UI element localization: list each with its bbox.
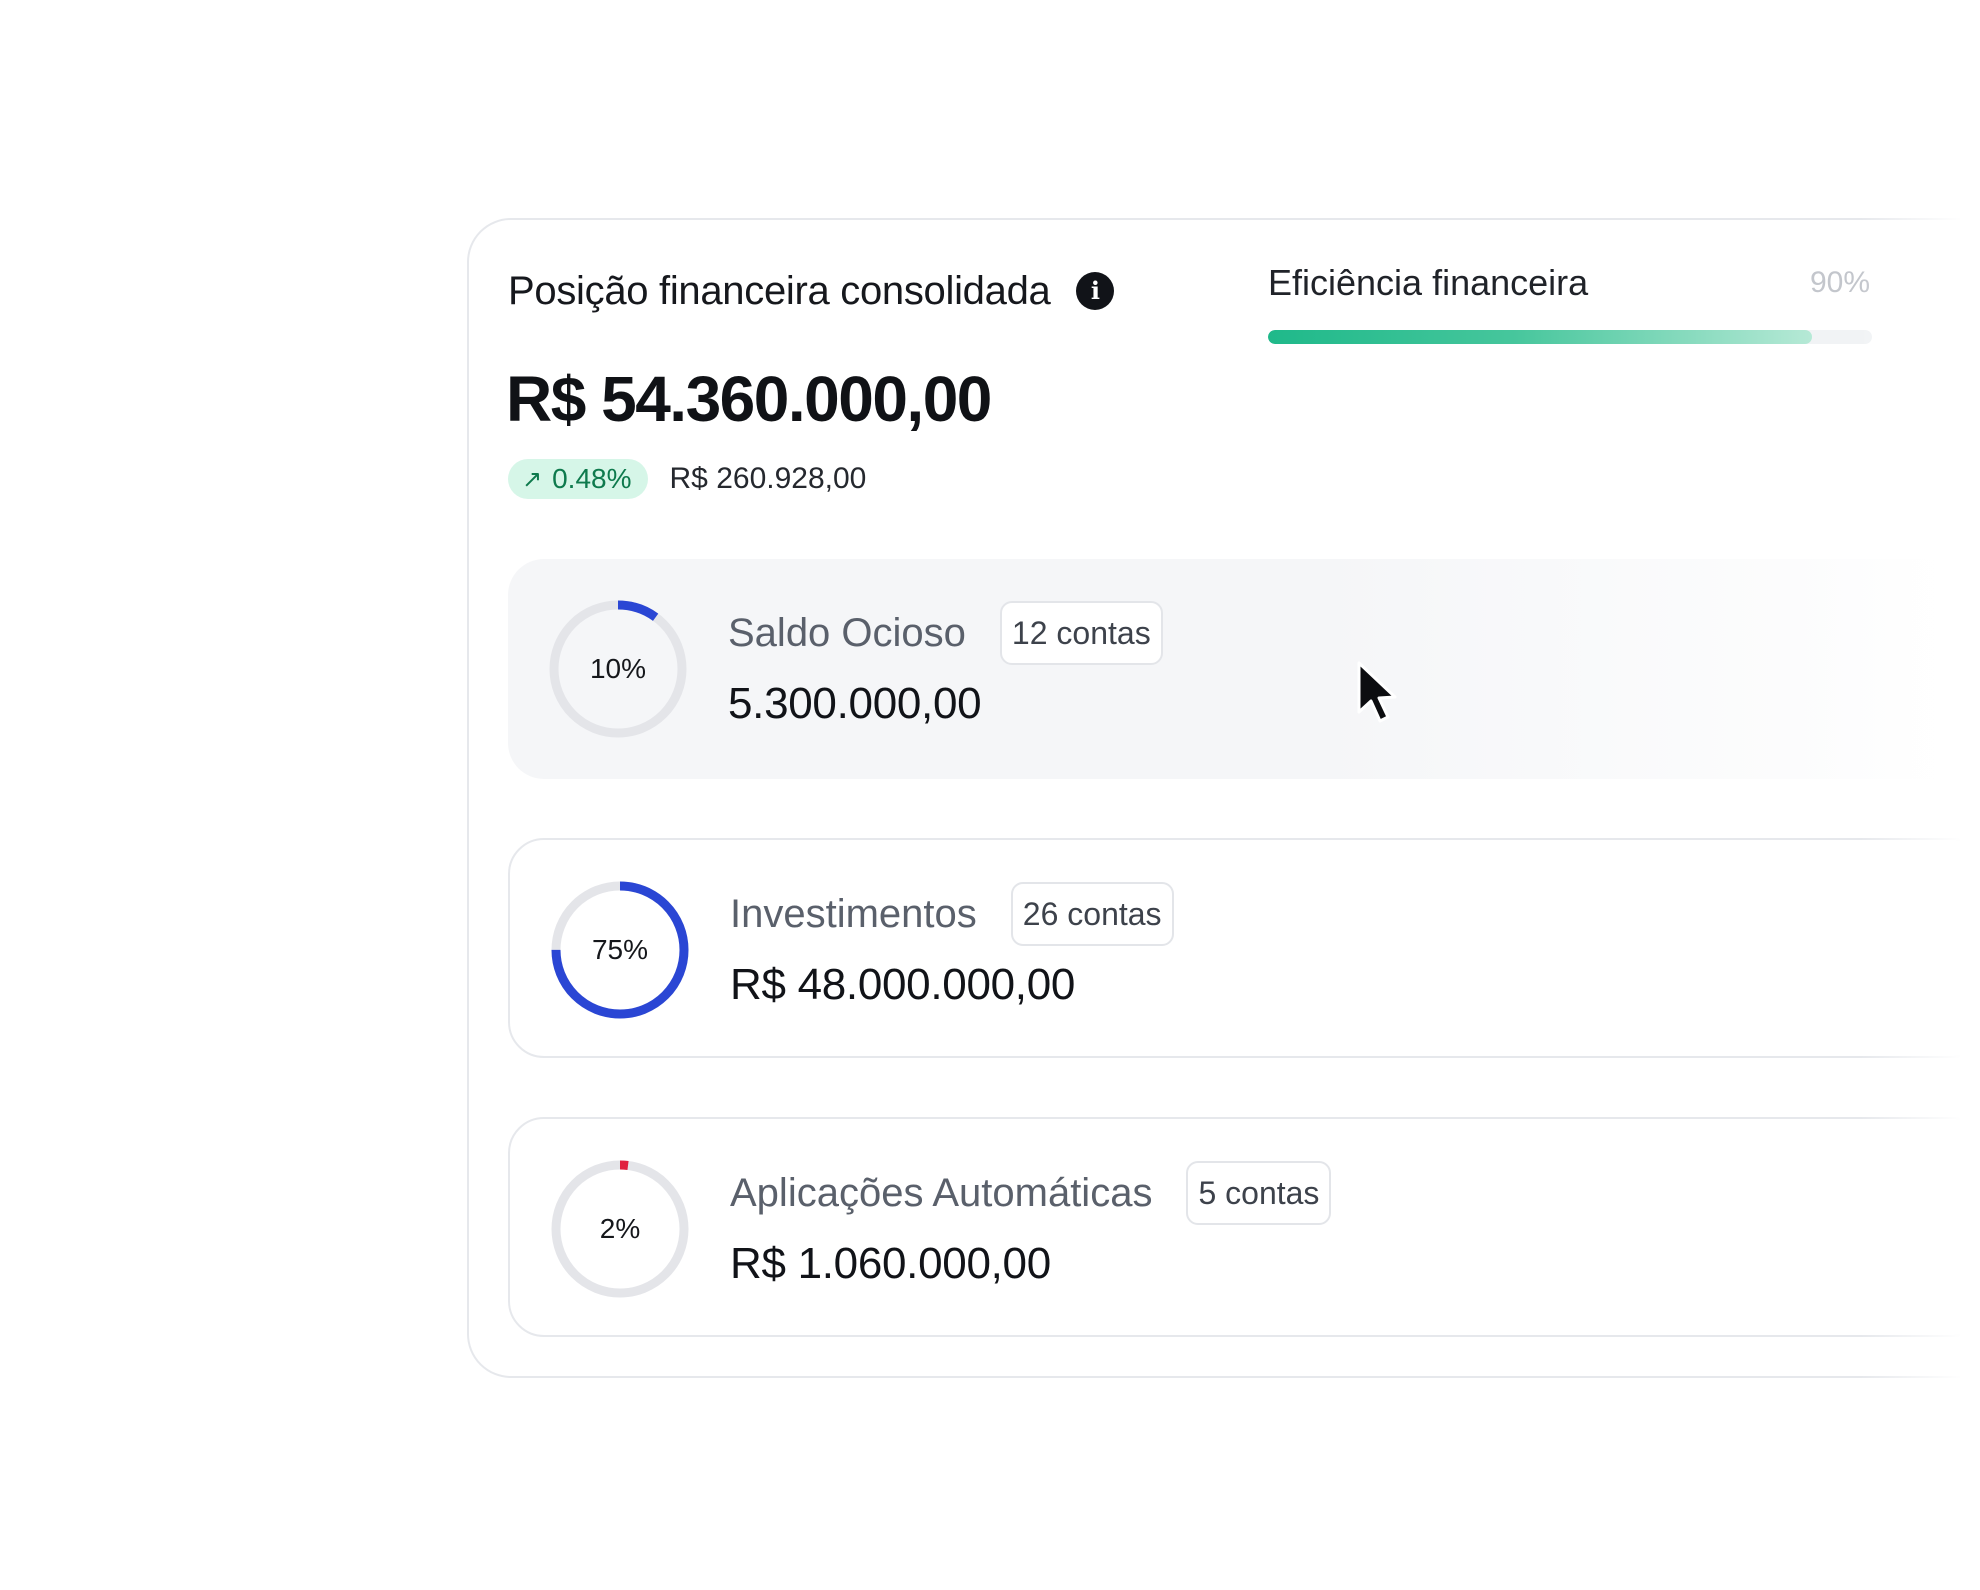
efficiency-label: Eficiência financeira bbox=[1268, 262, 1589, 303]
card-title: Posição financeira consolidada bbox=[508, 268, 1051, 313]
category-value: 5.300.000,00 bbox=[728, 679, 982, 728]
mouse-pointer-icon bbox=[1357, 661, 1397, 723]
ring-percent-label: 10% bbox=[589, 653, 647, 684]
change-row: ↗ 0.48% R$ 260.928,00 bbox=[508, 459, 866, 499]
category-row-saldo-ocioso[interactable]: 10% Saldo Ocioso 12 contas 5.300.000,00 bbox=[508, 559, 1980, 779]
percentage-ring: 2% bbox=[550, 1159, 690, 1299]
accounts-badge[interactable]: 5 contas bbox=[1186, 1161, 1332, 1225]
total-balance: R$ 54.360.000,00 bbox=[506, 363, 992, 435]
category-name: Saldo Ocioso bbox=[728, 610, 966, 655]
efficiency-progress-bar bbox=[1268, 330, 1872, 344]
accounts-badge[interactable]: 26 contas bbox=[1010, 882, 1174, 946]
ring-percent-label: 75% bbox=[591, 934, 649, 965]
efficiency-progress-fill bbox=[1268, 330, 1812, 344]
category-row-aplicacoes-automaticas[interactable]: 2% Aplicações Automáticas 5 contas R$ 1.… bbox=[508, 1117, 1980, 1337]
change-badge: ↗ 0.48% bbox=[508, 459, 648, 499]
change-amount: R$ 260.928,00 bbox=[669, 462, 867, 495]
ring-percent-label: 2% bbox=[599, 1213, 641, 1244]
category-value: R$ 48.000.000,00 bbox=[730, 960, 1076, 1009]
category-header: Saldo Ocioso 12 contas bbox=[728, 601, 1163, 665]
category-value: R$ 1.060.000,00 bbox=[730, 1239, 1051, 1288]
category-name: Aplicações Automáticas bbox=[730, 1170, 1153, 1215]
accounts-badge[interactable]: 12 contas bbox=[999, 601, 1163, 665]
category-header: Aplicações Automáticas 5 contas bbox=[730, 1161, 1332, 1225]
category-header: Investimentos 26 contas bbox=[730, 882, 1174, 946]
category-name: Investimentos bbox=[730, 891, 977, 936]
info-icon[interactable]: i bbox=[1076, 272, 1115, 310]
card-header: Posição financeira consolidada i bbox=[508, 262, 1115, 320]
category-row-investimentos[interactable]: 75% Investimentos 26 contas R$ 48.000.00… bbox=[508, 838, 1980, 1058]
percentage-ring: 10% bbox=[548, 599, 688, 739]
efficiency-percent: 90% bbox=[1810, 266, 1871, 299]
percentage-ring: 75% bbox=[550, 880, 690, 1020]
change-percent: 0.48% bbox=[552, 463, 632, 494]
arrow-up-right-icon: ↗ bbox=[522, 465, 543, 493]
